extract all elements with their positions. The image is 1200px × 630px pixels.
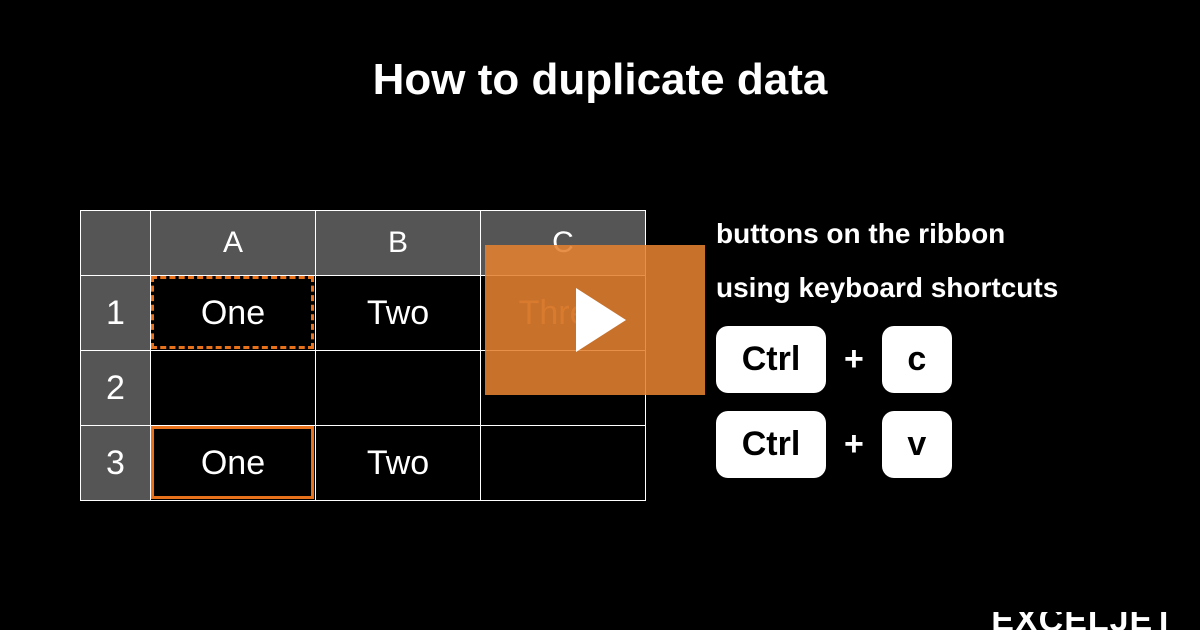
cell-b1[interactable]: Two xyxy=(316,276,481,351)
row-header-1[interactable]: 1 xyxy=(81,276,151,351)
page-title: How to duplicate data xyxy=(0,0,1200,105)
cell-a2[interactable] xyxy=(151,351,316,426)
col-header-a[interactable]: A xyxy=(151,211,316,276)
cell-b3[interactable]: Two xyxy=(316,426,481,501)
play-button[interactable] xyxy=(485,245,705,395)
row-header-2[interactable]: 2 xyxy=(81,351,151,426)
plus-icon: + xyxy=(844,425,864,464)
col-header-b[interactable]: B xyxy=(316,211,481,276)
key-ctrl: Ctrl xyxy=(716,411,826,478)
shortcut-paste: Ctrl + v xyxy=(716,411,1058,478)
tips-panel: buttons on the ribbon using keyboard sho… xyxy=(716,210,1058,501)
cell-c3[interactable] xyxy=(481,426,646,501)
shortcut-copy: Ctrl + c xyxy=(716,326,1058,393)
cell-b2[interactable] xyxy=(316,351,481,426)
key-ctrl: Ctrl xyxy=(716,326,826,393)
brand-logo: EXCELJET xyxy=(991,612,1175,630)
grid-corner xyxy=(81,211,151,276)
plus-icon: + xyxy=(844,340,864,379)
tip-line-2: using keyboard shortcuts xyxy=(716,272,1058,304)
play-icon xyxy=(576,288,626,352)
key-c: c xyxy=(882,326,952,393)
row-header-3[interactable]: 3 xyxy=(81,426,151,501)
key-v: v xyxy=(882,411,952,478)
tip-line-1: buttons on the ribbon xyxy=(716,218,1058,250)
cell-a1[interactable]: One xyxy=(151,276,316,351)
cell-a3[interactable]: One xyxy=(151,426,316,501)
